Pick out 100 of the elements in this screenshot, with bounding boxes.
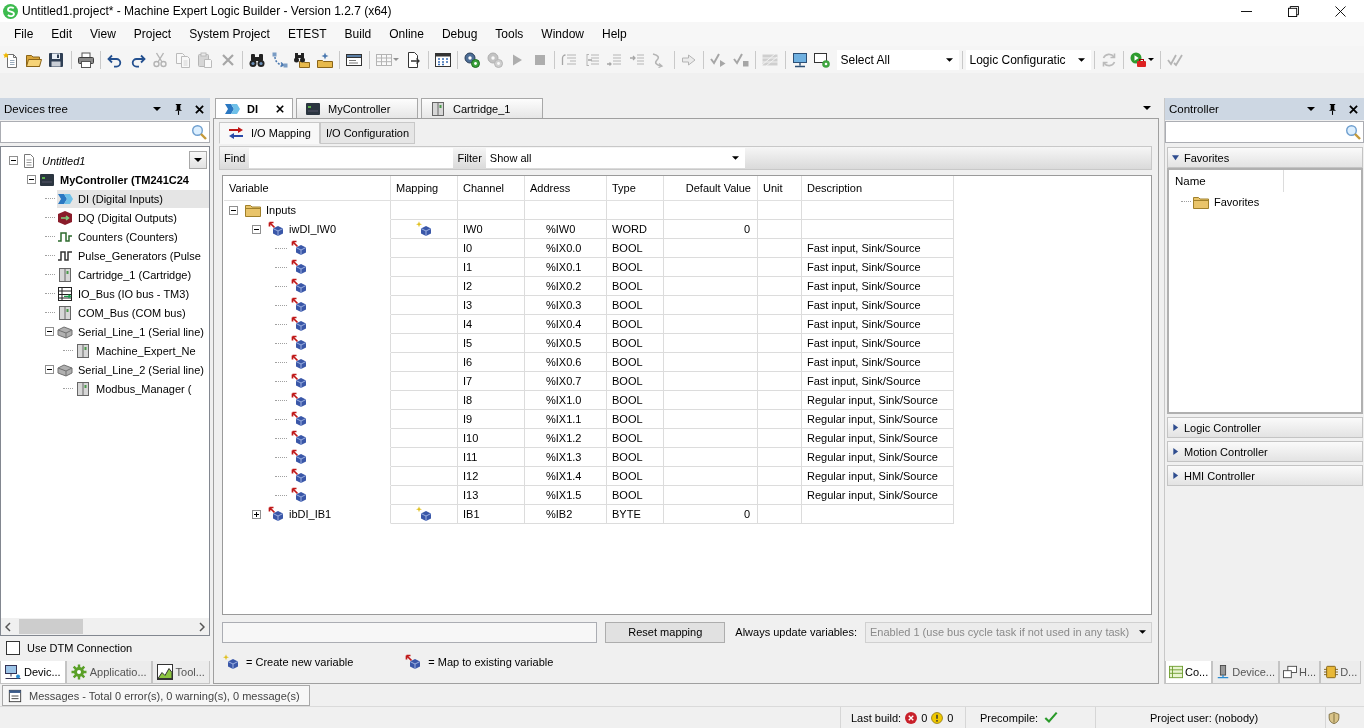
- tree-item[interactable]: DQ (Digital Outputs): [57, 208, 178, 227]
- column-header[interactable]: Address: [525, 176, 607, 201]
- sub-tab[interactable]: I/O Configuration: [319, 122, 416, 144]
- tree-item[interactable]: Serial_Line_2 (Serial line): [57, 360, 204, 379]
- reset-button[interactable]: Reset mapping: [605, 621, 726, 643]
- collapse-icon[interactable]: [252, 224, 261, 234]
- caret-icon[interactable]: [945, 57, 953, 62]
- tree-item[interactable]: Machine_Expert_Ne: [75, 341, 196, 360]
- binoculars-folder-icon[interactable]: [294, 51, 311, 68]
- chevron-right-icon[interactable]: [199, 621, 205, 632]
- caret-icon[interactable]: [1077, 57, 1085, 62]
- tree-item[interactable]: IO_Bus (IO bus - TM3): [57, 284, 190, 303]
- caret-icon[interactable]: [1147, 58, 1154, 61]
- column-header[interactable]: Default Value: [664, 176, 758, 201]
- restore-icon[interactable]: [1288, 5, 1299, 17]
- menu-item[interactable]: File: [5, 24, 43, 44]
- panel-tab[interactable]: Tool...: [151, 661, 210, 684]
- tree-item[interactable]: Counters (Counters): [57, 227, 178, 246]
- column-header[interactable]: Type: [607, 176, 664, 201]
- sparkle-cube-icon[interactable]: [416, 506, 432, 522]
- tree-item[interactable]: DI (Digital Inputs): [57, 189, 209, 208]
- tree-item[interactable]: Pulse_Generators (Pulse: [57, 246, 201, 265]
- menu-item[interactable]: System Project: [180, 24, 279, 44]
- binoculars-icon[interactable]: [249, 51, 266, 68]
- collapse-icon[interactable]: [45, 327, 54, 336]
- editor-tab[interactable]: DI: [215, 98, 293, 118]
- close-icon[interactable]: [1349, 104, 1358, 114]
- sub-tab[interactable]: I/O Mapping: [219, 122, 320, 144]
- expand-icon[interactable]: [252, 509, 261, 519]
- input-field[interactable]: [222, 621, 598, 643]
- grid-icon[interactable]: [434, 51, 451, 68]
- pin-icon[interactable]: [174, 103, 183, 115]
- messages-tab[interactable]: Messages - Total 0 error(s), 0 warning(s), 0 message(s): [2, 685, 310, 706]
- tree-item[interactable]: Cartridge_1 (Cartridge): [57, 265, 192, 284]
- menu-item[interactable]: Tools: [486, 24, 533, 44]
- menu-item[interactable]: Edit: [42, 24, 82, 44]
- column-header[interactable]: Unit: [758, 176, 802, 201]
- selection-dropdown[interactable]: Select All: [836, 49, 959, 70]
- folder-sparkle-icon[interactable]: [316, 51, 333, 68]
- section-header[interactable]: Logic Controller: [1167, 417, 1363, 438]
- menu-item[interactable]: ETEST: [278, 24, 336, 44]
- column-header[interactable]: Name: [1169, 170, 1284, 192]
- dotted-arrow-icon[interactable]: [271, 51, 288, 68]
- panel-tab[interactable]: Devic...: [0, 661, 66, 684]
- pin-icon[interactable]: [1328, 103, 1337, 115]
- section-header[interactable]: HMI Controller: [1167, 465, 1363, 486]
- tree-item[interactable]: Modbus_Manager (: [75, 379, 192, 398]
- minimize-icon[interactable]: [1241, 10, 1252, 12]
- sparkle-cube-icon[interactable]: [416, 221, 432, 237]
- panel-tab[interactable]: Device...: [1212, 661, 1280, 684]
- section-header[interactable]: Favorites: [1167, 147, 1363, 168]
- collapse-icon[interactable]: [45, 365, 54, 374]
- new-page-icon[interactable]: [3, 51, 20, 68]
- column-header[interactable]: Description: [802, 176, 954, 201]
- search-icon[interactable]: [1345, 124, 1361, 140]
- panel-tab[interactable]: D...: [1320, 661, 1362, 684]
- tree-item[interactable]: Favorites: [1214, 195, 1260, 208]
- panel-tab[interactable]: Applicatio...: [65, 661, 152, 684]
- caret-icon[interactable]: [1307, 107, 1315, 111]
- close-icon[interactable]: [276, 104, 284, 113]
- checkbox-label[interactable]: Use DTM Connection: [27, 642, 133, 654]
- panel-tab[interactable]: Co...: [1165, 661, 1213, 684]
- panel-tab[interactable]: H...: [1279, 661, 1321, 684]
- printer-icon[interactable]: [77, 51, 94, 68]
- tree-item[interactable]: Serial_Line_1 (Serial line): [57, 322, 204, 341]
- menu-item[interactable]: View: [81, 24, 125, 44]
- menu-item[interactable]: Online: [380, 24, 433, 44]
- collapse-icon[interactable]: [27, 175, 36, 184]
- menu-item[interactable]: Debug: [432, 24, 487, 44]
- editor-tab[interactable]: Cartridge_1: [421, 98, 543, 118]
- menu-item[interactable]: Project: [124, 24, 181, 44]
- collapse-icon[interactable]: [9, 156, 18, 165]
- search-field[interactable]: [0, 121, 210, 143]
- checkbox[interactable]: [6, 641, 20, 655]
- tree-item[interactable]: COM_Bus (COM bus): [57, 303, 186, 322]
- section-header[interactable]: Motion Controller: [1167, 441, 1363, 462]
- search-icon[interactable]: [191, 124, 207, 140]
- tree-item[interactable]: MyController (TM241C24: [39, 170, 189, 189]
- chevron-left-icon[interactable]: [5, 621, 11, 632]
- scroll-thumb[interactable]: [19, 619, 83, 634]
- menu-item[interactable]: Window: [532, 24, 593, 44]
- two-rings-icon[interactable]: [464, 51, 481, 68]
- search-field[interactable]: [1165, 121, 1364, 143]
- column-header[interactable]: Variable: [224, 176, 391, 201]
- window-ring-icon[interactable]: [814, 51, 831, 68]
- tree-item[interactable]: Untitled1: [21, 151, 86, 170]
- caret-icon[interactable]: [1143, 106, 1151, 110]
- horizontal-scrollbar[interactable]: [1, 618, 209, 635]
- page-arrow-icon[interactable]: [405, 51, 422, 68]
- column-header[interactable]: Channel: [458, 176, 525, 201]
- monitor-icon[interactable]: [791, 51, 808, 68]
- dropdown-button[interactable]: [189, 151, 207, 169]
- play-toolbox-icon[interactable]: [1130, 51, 1147, 68]
- menu-item[interactable]: Help: [593, 24, 636, 44]
- collapse-icon[interactable]: [229, 205, 238, 215]
- column-header[interactable]: Mapping: [391, 176, 458, 201]
- close-icon[interactable]: [195, 104, 204, 114]
- menu-item[interactable]: Build: [335, 24, 381, 44]
- caret-icon[interactable]: [153, 107, 161, 111]
- close-icon[interactable]: [1335, 5, 1346, 17]
